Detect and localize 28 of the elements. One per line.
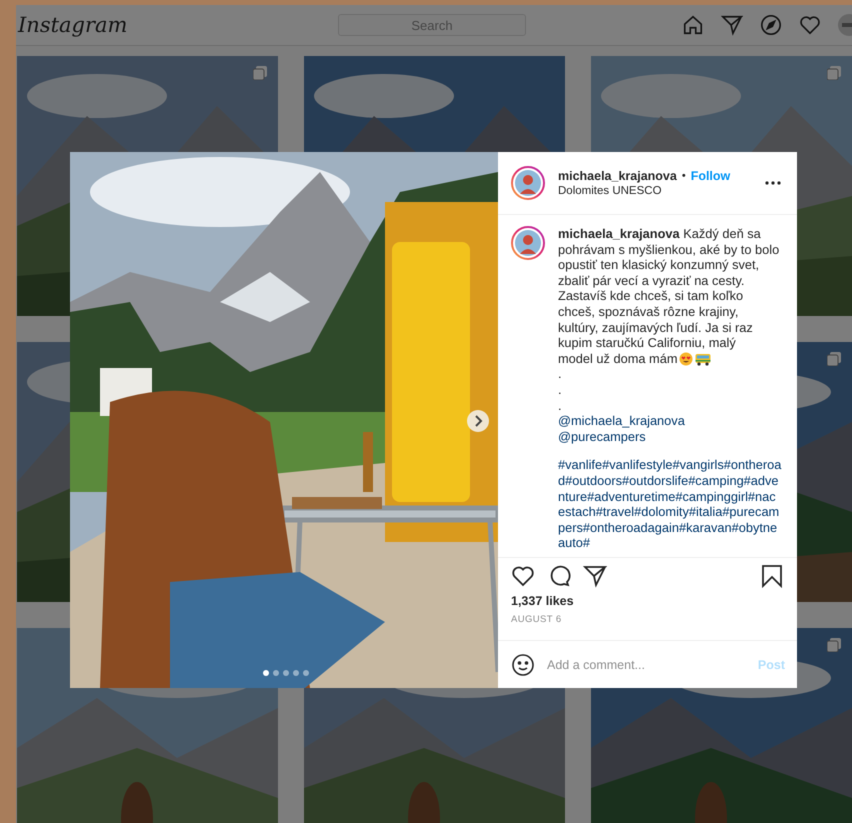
caption-text: model už doma mám: [558, 350, 678, 366]
caption-dot: .: [558, 366, 563, 382]
username-link[interactable]: michaela_krajanova: [558, 169, 677, 183]
heart-eyes-emoji-icon: [679, 352, 694, 366]
home-icon[interactable]: [682, 14, 704, 36]
likes-count[interactable]: 1,337 likes: [498, 588, 590, 608]
comment-field[interactable]: Add a comment...: [547, 658, 746, 672]
hashtags-text[interactable]: #vanlife#vanlifestyle#vangirls#ontheroad#outdoors#outdorslife#camping#adventure#adventuretime#campinggirl#nacestach#travel#dolomity#italia#purecampers#ontheroadagain#karavan#obytneauto#: [558, 457, 782, 551]
bus-emoji-icon: [695, 352, 712, 366]
emoji-icon[interactable]: [511, 652, 535, 676]
separator-dot: •: [682, 170, 686, 182]
multiple-photos-icon: [827, 638, 841, 652]
multiple-photos-icon: [827, 352, 841, 366]
instagram-logo[interactable]: Instagram: [18, 13, 338, 37]
like-icon[interactable]: [511, 564, 535, 588]
share-icon[interactable]: [583, 564, 607, 588]
location-link[interactable]: Dolomites UNESCO: [558, 185, 730, 197]
compass-icon[interactable]: [760, 14, 782, 36]
caption-dot: .: [558, 398, 563, 414]
mention-link[interactable]: @michaela_krajanova: [558, 413, 685, 429]
send-icon[interactable]: [721, 14, 743, 36]
post-date: AUGUST 6: [510, 613, 563, 625]
caption-dot: .: [558, 382, 563, 398]
mention-link[interactable]: @purecampers: [558, 428, 646, 444]
bookmark-icon[interactable]: [761, 564, 783, 588]
more-options-icon[interactable]: [765, 181, 781, 185]
multiple-photos-icon: [827, 66, 841, 80]
heart-icon[interactable]: [799, 14, 821, 36]
